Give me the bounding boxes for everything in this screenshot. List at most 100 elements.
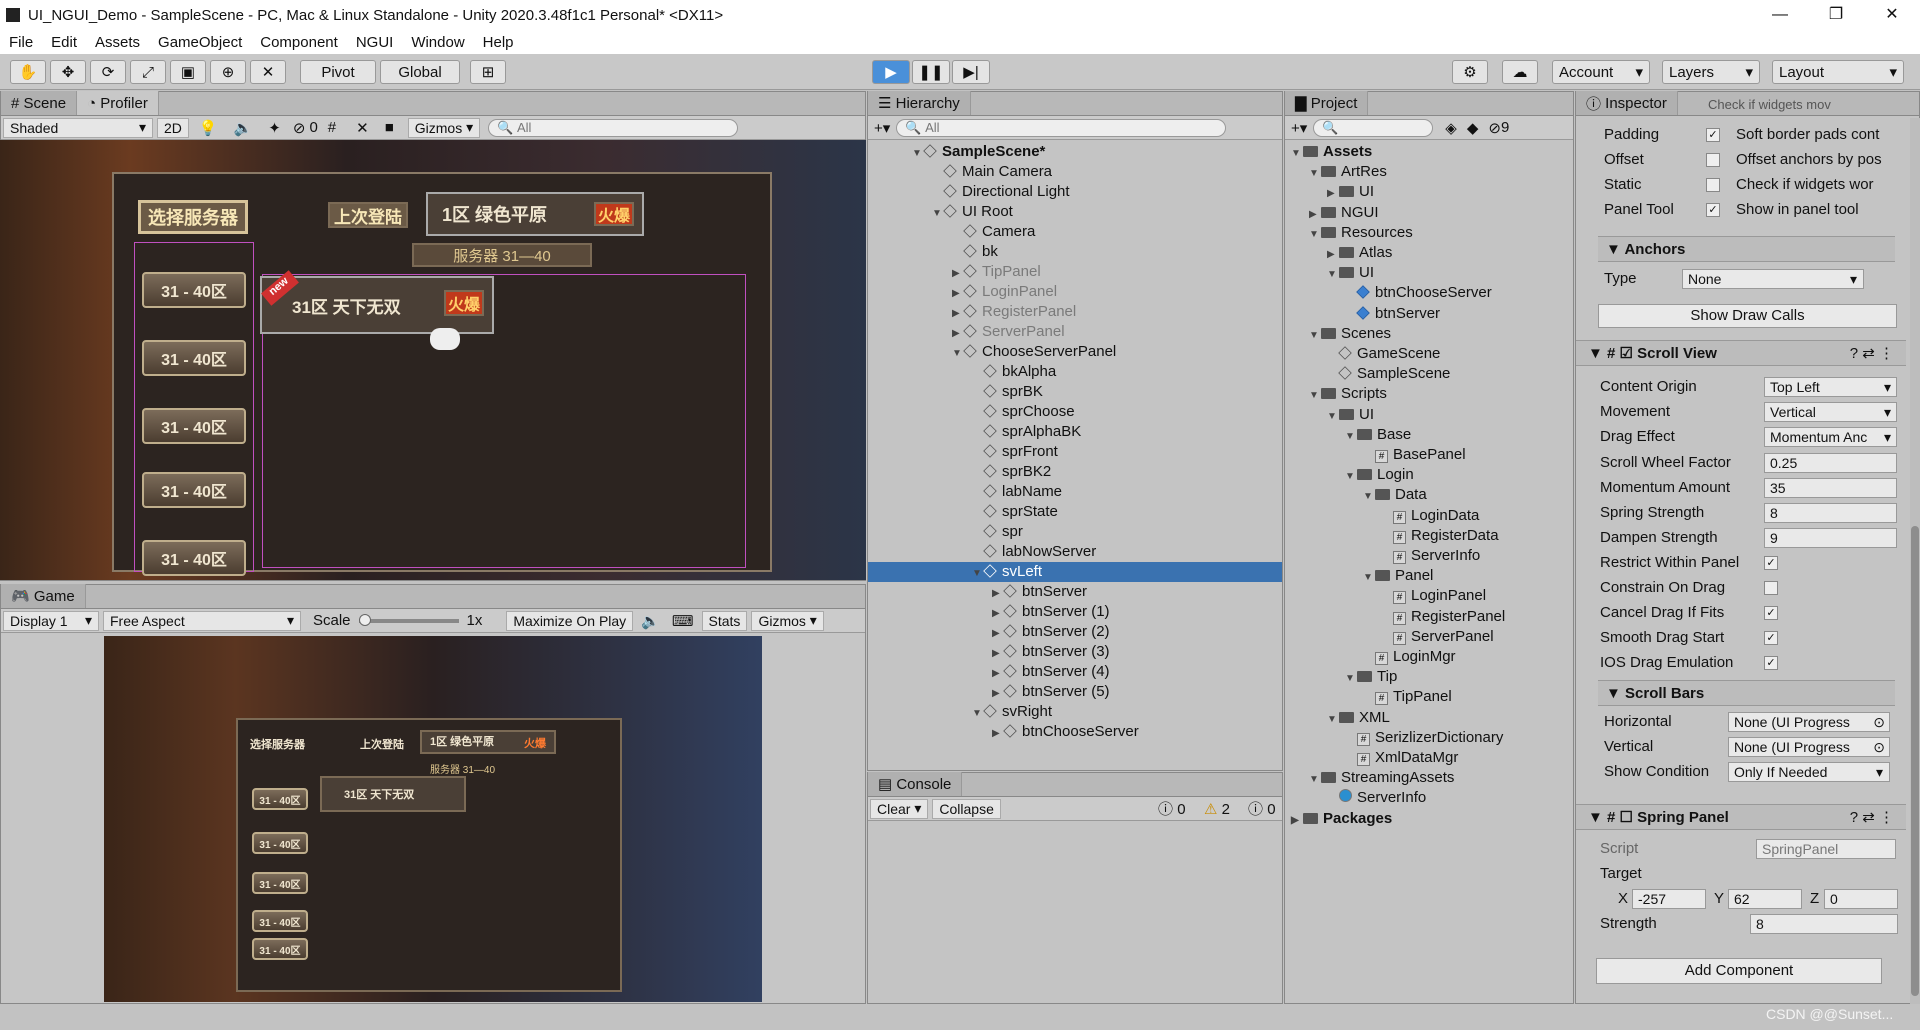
static-checkbox[interactable] [1706, 178, 1720, 192]
expand-arrow-icon[interactable]: ▼ [1327, 265, 1339, 285]
hierarchy-row[interactable]: labNowServer [868, 542, 1282, 562]
hierarchy-row[interactable]: sprState [868, 502, 1282, 522]
grid-snap-icon[interactable]: ⊞ [470, 60, 506, 84]
project-row[interactable]: ▼ Assets [1285, 142, 1372, 162]
project-row[interactable]: GameScene [1285, 344, 1440, 364]
global-toggle[interactable]: Global [380, 60, 460, 84]
movement-dropdown[interactable]: Vertical ▾ [1764, 402, 1897, 422]
hierarchy-row[interactable]: labName [868, 482, 1282, 502]
expand-arrow-icon[interactable]: ▼ [912, 144, 924, 164]
scrollbar-thumb[interactable] [1911, 526, 1919, 996]
hierarchy-row[interactable]: bk [868, 242, 1282, 262]
object-picker-icon[interactable]: ⊙ [1873, 738, 1885, 756]
collapse-arrow-icon[interactable]: ▶ [1327, 184, 1339, 204]
expand-arrow-icon[interactable]: ▼ [1327, 710, 1339, 730]
type-dropdown[interactable]: None ▾ [1682, 269, 1864, 289]
project-row[interactable]: # LoginPanel [1285, 586, 1486, 606]
project-row[interactable]: ▼ UI [1285, 405, 1374, 425]
camera-icon[interactable]: ■ [385, 119, 394, 136]
layout-dropdown[interactable]: Layout ▾ [1772, 60, 1904, 84]
expand-arrow-icon[interactable]: ▼ [932, 204, 944, 224]
component-enabled-checkbox[interactable]: ☑ [1620, 345, 1638, 362]
hierarchy-row[interactable]: bkAlpha [868, 362, 1282, 382]
panel-tool-checkbox[interactable]: ✓ [1706, 203, 1720, 217]
show-draw-calls-button[interactable]: Show Draw Calls [1598, 304, 1897, 328]
game-server-button[interactable]: 31 - 40区 [252, 872, 308, 894]
custom-tool-icon[interactable]: ✕ [250, 60, 286, 84]
hierarchy-row[interactable]: ▶ RegisterPanel [868, 302, 1282, 322]
scale-slider-handle[interactable] [358, 613, 371, 626]
pivot-toggle[interactable]: Pivot [300, 60, 376, 84]
dampen-input[interactable]: 9 [1764, 528, 1897, 548]
menu-edit[interactable]: Edit [42, 34, 86, 51]
clear-button[interactable]: Clear ▾ [870, 798, 929, 819]
hierarchy-row[interactable]: ▶ LoginPanel [868, 282, 1282, 302]
expand-arrow-icon[interactable]: ▼ [1327, 407, 1339, 427]
expand-arrow-icon[interactable]: ▼ [1363, 568, 1375, 588]
expand-arrow-icon[interactable]: ▼ [1363, 487, 1375, 507]
hierarchy-row[interactable]: sprFront [868, 442, 1282, 462]
info-count-toggle[interactable]: ⓘ 0 [1158, 798, 1186, 819]
smooth-drag-checkbox[interactable]: ✓ [1764, 631, 1778, 645]
constrain-checkbox[interactable] [1764, 581, 1778, 595]
project-row[interactable]: ▼ Data [1285, 485, 1427, 505]
hierarchy-row[interactable]: ▶ btnServer (5) [868, 682, 1282, 702]
expand-arrow-icon[interactable]: ▼ [1345, 669, 1357, 689]
game-server-button[interactable]: 31 - 40区 [252, 832, 308, 854]
hierarchy-row[interactable]: sprChoose [868, 402, 1282, 422]
collapse-arrow-icon[interactable]: ▶ [992, 584, 1004, 604]
project-search[interactable]: 🔍 [1313, 118, 1434, 137]
step-button[interactable]: ▶| [952, 60, 990, 84]
project-row[interactable]: ▼ XML [1285, 708, 1390, 728]
project-row[interactable]: btnServer [1285, 304, 1440, 324]
hierarchy-row[interactable]: sprAlphaBK [868, 422, 1282, 442]
spring-input[interactable]: 8 [1764, 503, 1897, 523]
collab-icon[interactable]: ⚙ [1452, 60, 1488, 84]
effects-icon[interactable]: ✦ [268, 119, 281, 137]
project-row[interactable]: SampleScene [1285, 364, 1450, 384]
horizontal-field[interactable]: None (UI Progress ⊙ [1728, 712, 1890, 732]
display-dropdown[interactable]: Display 1 ▾ [3, 610, 99, 631]
target-y-input[interactable]: 62 [1728, 889, 1802, 909]
project-row[interactable]: ▼ Tip [1285, 667, 1397, 687]
collapse-arrow-icon[interactable]: ▶ [952, 324, 964, 344]
hand-tool-icon[interactable]: ✋ [10, 60, 46, 84]
server-button[interactable]: 31 - 40区 [142, 540, 246, 576]
anchors-header[interactable]: ▼ Anchors [1598, 236, 1895, 262]
hierarchy-row[interactable]: sprBK [868, 382, 1282, 402]
pause-button[interactable]: ❚❚ [912, 60, 950, 84]
account-dropdown[interactable]: Account ▾ [1552, 60, 1650, 84]
hierarchy-row[interactable]: ▶ btnServer (3) [868, 642, 1282, 662]
project-row[interactable]: ▶ Packages [1285, 809, 1392, 829]
collapse-arrow-icon[interactable]: ▶ [992, 604, 1004, 624]
close-button[interactable]: ✕ [1864, 0, 1920, 30]
layers-dropdown[interactable]: Layers ▾ [1662, 60, 1760, 84]
project-row[interactable]: # SerizlizerDictionary [1285, 728, 1503, 748]
hierarchy-row[interactable]: ▶ btnServer (4) [868, 662, 1282, 682]
play-button[interactable]: ▶ [872, 60, 910, 84]
object-picker-icon[interactable]: ⊙ [1873, 713, 1885, 731]
filter-label-icon[interactable]: ◆ [1467, 119, 1479, 137]
stats-toggle[interactable]: Stats [701, 610, 748, 631]
project-row[interactable]: # BasePanel [1285, 445, 1466, 465]
hierarchy-row[interactable]: ▼ svLeft [868, 562, 1282, 582]
expand-arrow-icon[interactable]: ▼ [1345, 467, 1357, 487]
inspector-scrollbar[interactable] [1910, 118, 1920, 1004]
expand-arrow-icon[interactable]: ▼ [1309, 386, 1321, 406]
project-row[interactable]: ▼ Panel [1285, 566, 1433, 586]
ios-drag-checkbox[interactable]: ✓ [1764, 656, 1778, 670]
hierarchy-row[interactable]: ▶ TipPanel [868, 262, 1282, 282]
game-gizmos-dropdown[interactable]: Gizmos ▾ [751, 610, 824, 631]
restore-button[interactable]: ❐ [1808, 0, 1864, 30]
spring-panel-header[interactable]: ▼ # ☐ Spring Panel ? ⇄ ⋮ [1576, 804, 1906, 830]
hierarchy-row[interactable]: Camera [868, 222, 1282, 242]
project-row[interactable]: # TipPanel [1285, 687, 1452, 707]
lighting-icon[interactable]: 💡 [199, 119, 218, 137]
hierarchy-row[interactable]: ▶ btnChooseServer [868, 722, 1282, 742]
target-z-input[interactable]: 0 [1824, 889, 1898, 909]
game-server-button[interactable]: 31 - 40区 [252, 938, 308, 960]
expand-arrow-icon[interactable]: ▼ [1345, 427, 1357, 447]
expand-arrow-icon[interactable]: ▼ [1309, 164, 1321, 184]
collapse-arrow-icon[interactable]: ▶ [1291, 811, 1303, 831]
restrict-checkbox[interactable]: ✓ [1764, 556, 1778, 570]
